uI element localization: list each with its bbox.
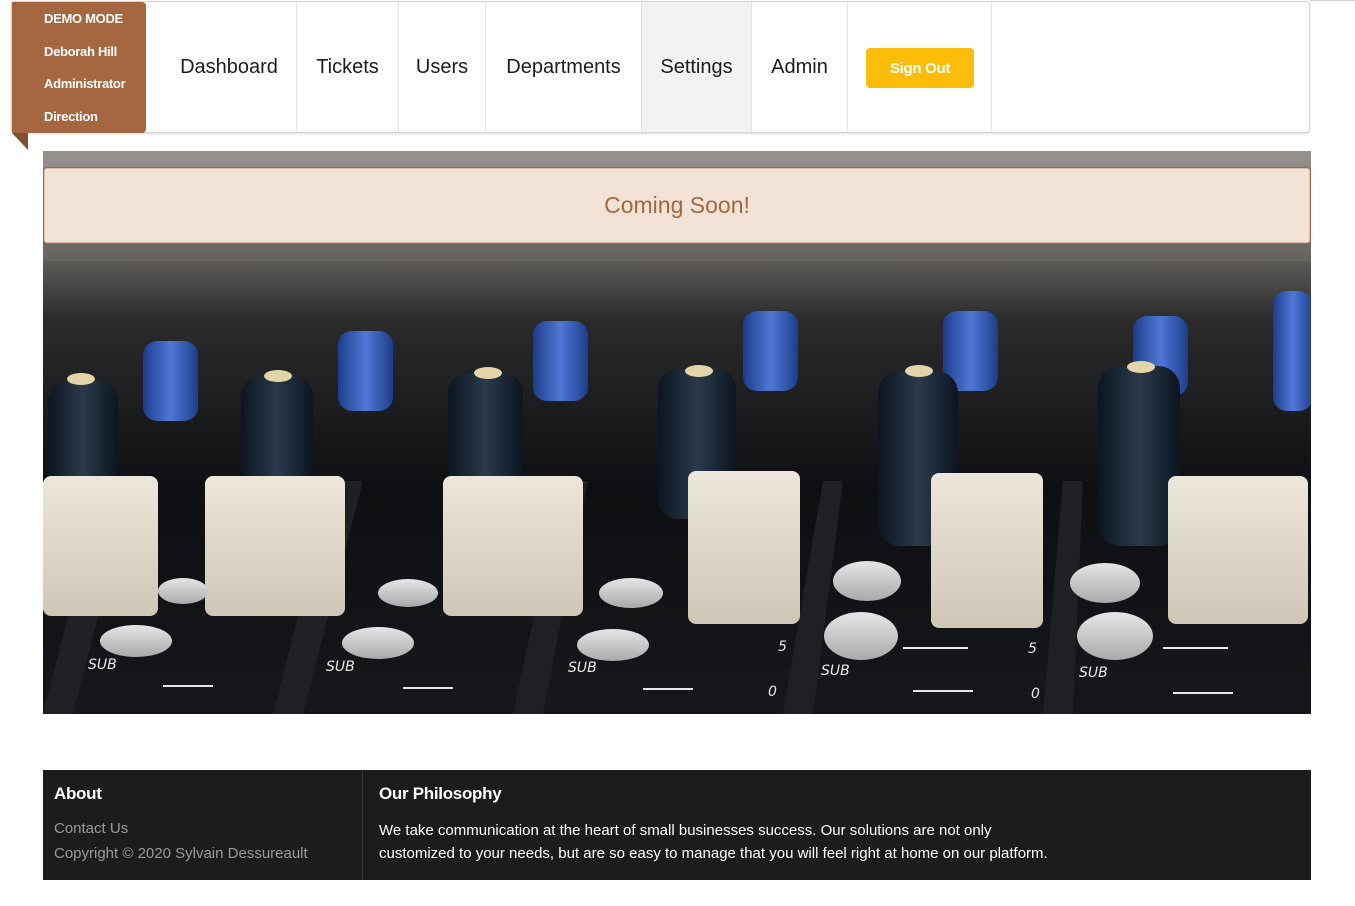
demo-mode-label: DEMO MODE <box>44 11 123 26</box>
nav-divider <box>991 2 992 132</box>
sub-label: SUB <box>88 657 117 673</box>
nav-tickets[interactable]: Tickets <box>297 2 398 132</box>
scale-label: 0 <box>768 684 777 700</box>
user-name: Deborah Hill <box>44 43 117 59</box>
sub-label: SUB <box>821 663 850 679</box>
footer-philosophy-title: Our Philosophy <box>379 784 502 803</box>
footer-about-column: About Contact Us Copyright © 2020 Sylvai… <box>43 770 363 880</box>
nav-admin[interactable]: Admin <box>752 2 847 132</box>
copyright-text: Copyright © 2020 Sylvain Dessureault <box>54 845 308 862</box>
contact-us-link[interactable]: Contact Us <box>54 820 128 837</box>
sub-label: SUB <box>1079 665 1108 681</box>
scale-label: 0 <box>1031 686 1040 702</box>
philosophy-line: customized to your needs, but are so eas… <box>379 844 1048 862</box>
sub-label: SUB <box>568 660 597 676</box>
user-ribbon: DEMO MODE Deborah Hill Administrator Dir… <box>12 2 146 133</box>
nav-users[interactable]: Users <box>399 2 485 132</box>
top-divider <box>1310 0 1355 1</box>
nav-settings[interactable]: Settings <box>642 2 751 132</box>
nav-divider <box>847 2 848 132</box>
philosophy-text: We take communication at the heart of sm… <box>379 820 1099 865</box>
footer: About Contact Us Copyright © 2020 Sylvai… <box>43 770 1311 880</box>
coming-soon-banner: Coming Soon! <box>43 167 1311 244</box>
ribbon-fold <box>12 133 28 150</box>
scale-label: 5 <box>1028 641 1037 657</box>
user-department: Direction <box>44 108 98 124</box>
sign-out-button[interactable]: Sign Out <box>866 48 974 88</box>
user-role: Administrator <box>44 76 126 91</box>
philosophy-line: We take communication at the heart of sm… <box>379 822 992 839</box>
sub-label: SUB <box>326 659 355 675</box>
scale-label: 5 <box>778 639 787 655</box>
footer-about-title: About <box>54 784 102 803</box>
nav-dashboard[interactable]: Dashboard <box>162 2 296 132</box>
nav-departments[interactable]: Departments <box>486 2 641 132</box>
